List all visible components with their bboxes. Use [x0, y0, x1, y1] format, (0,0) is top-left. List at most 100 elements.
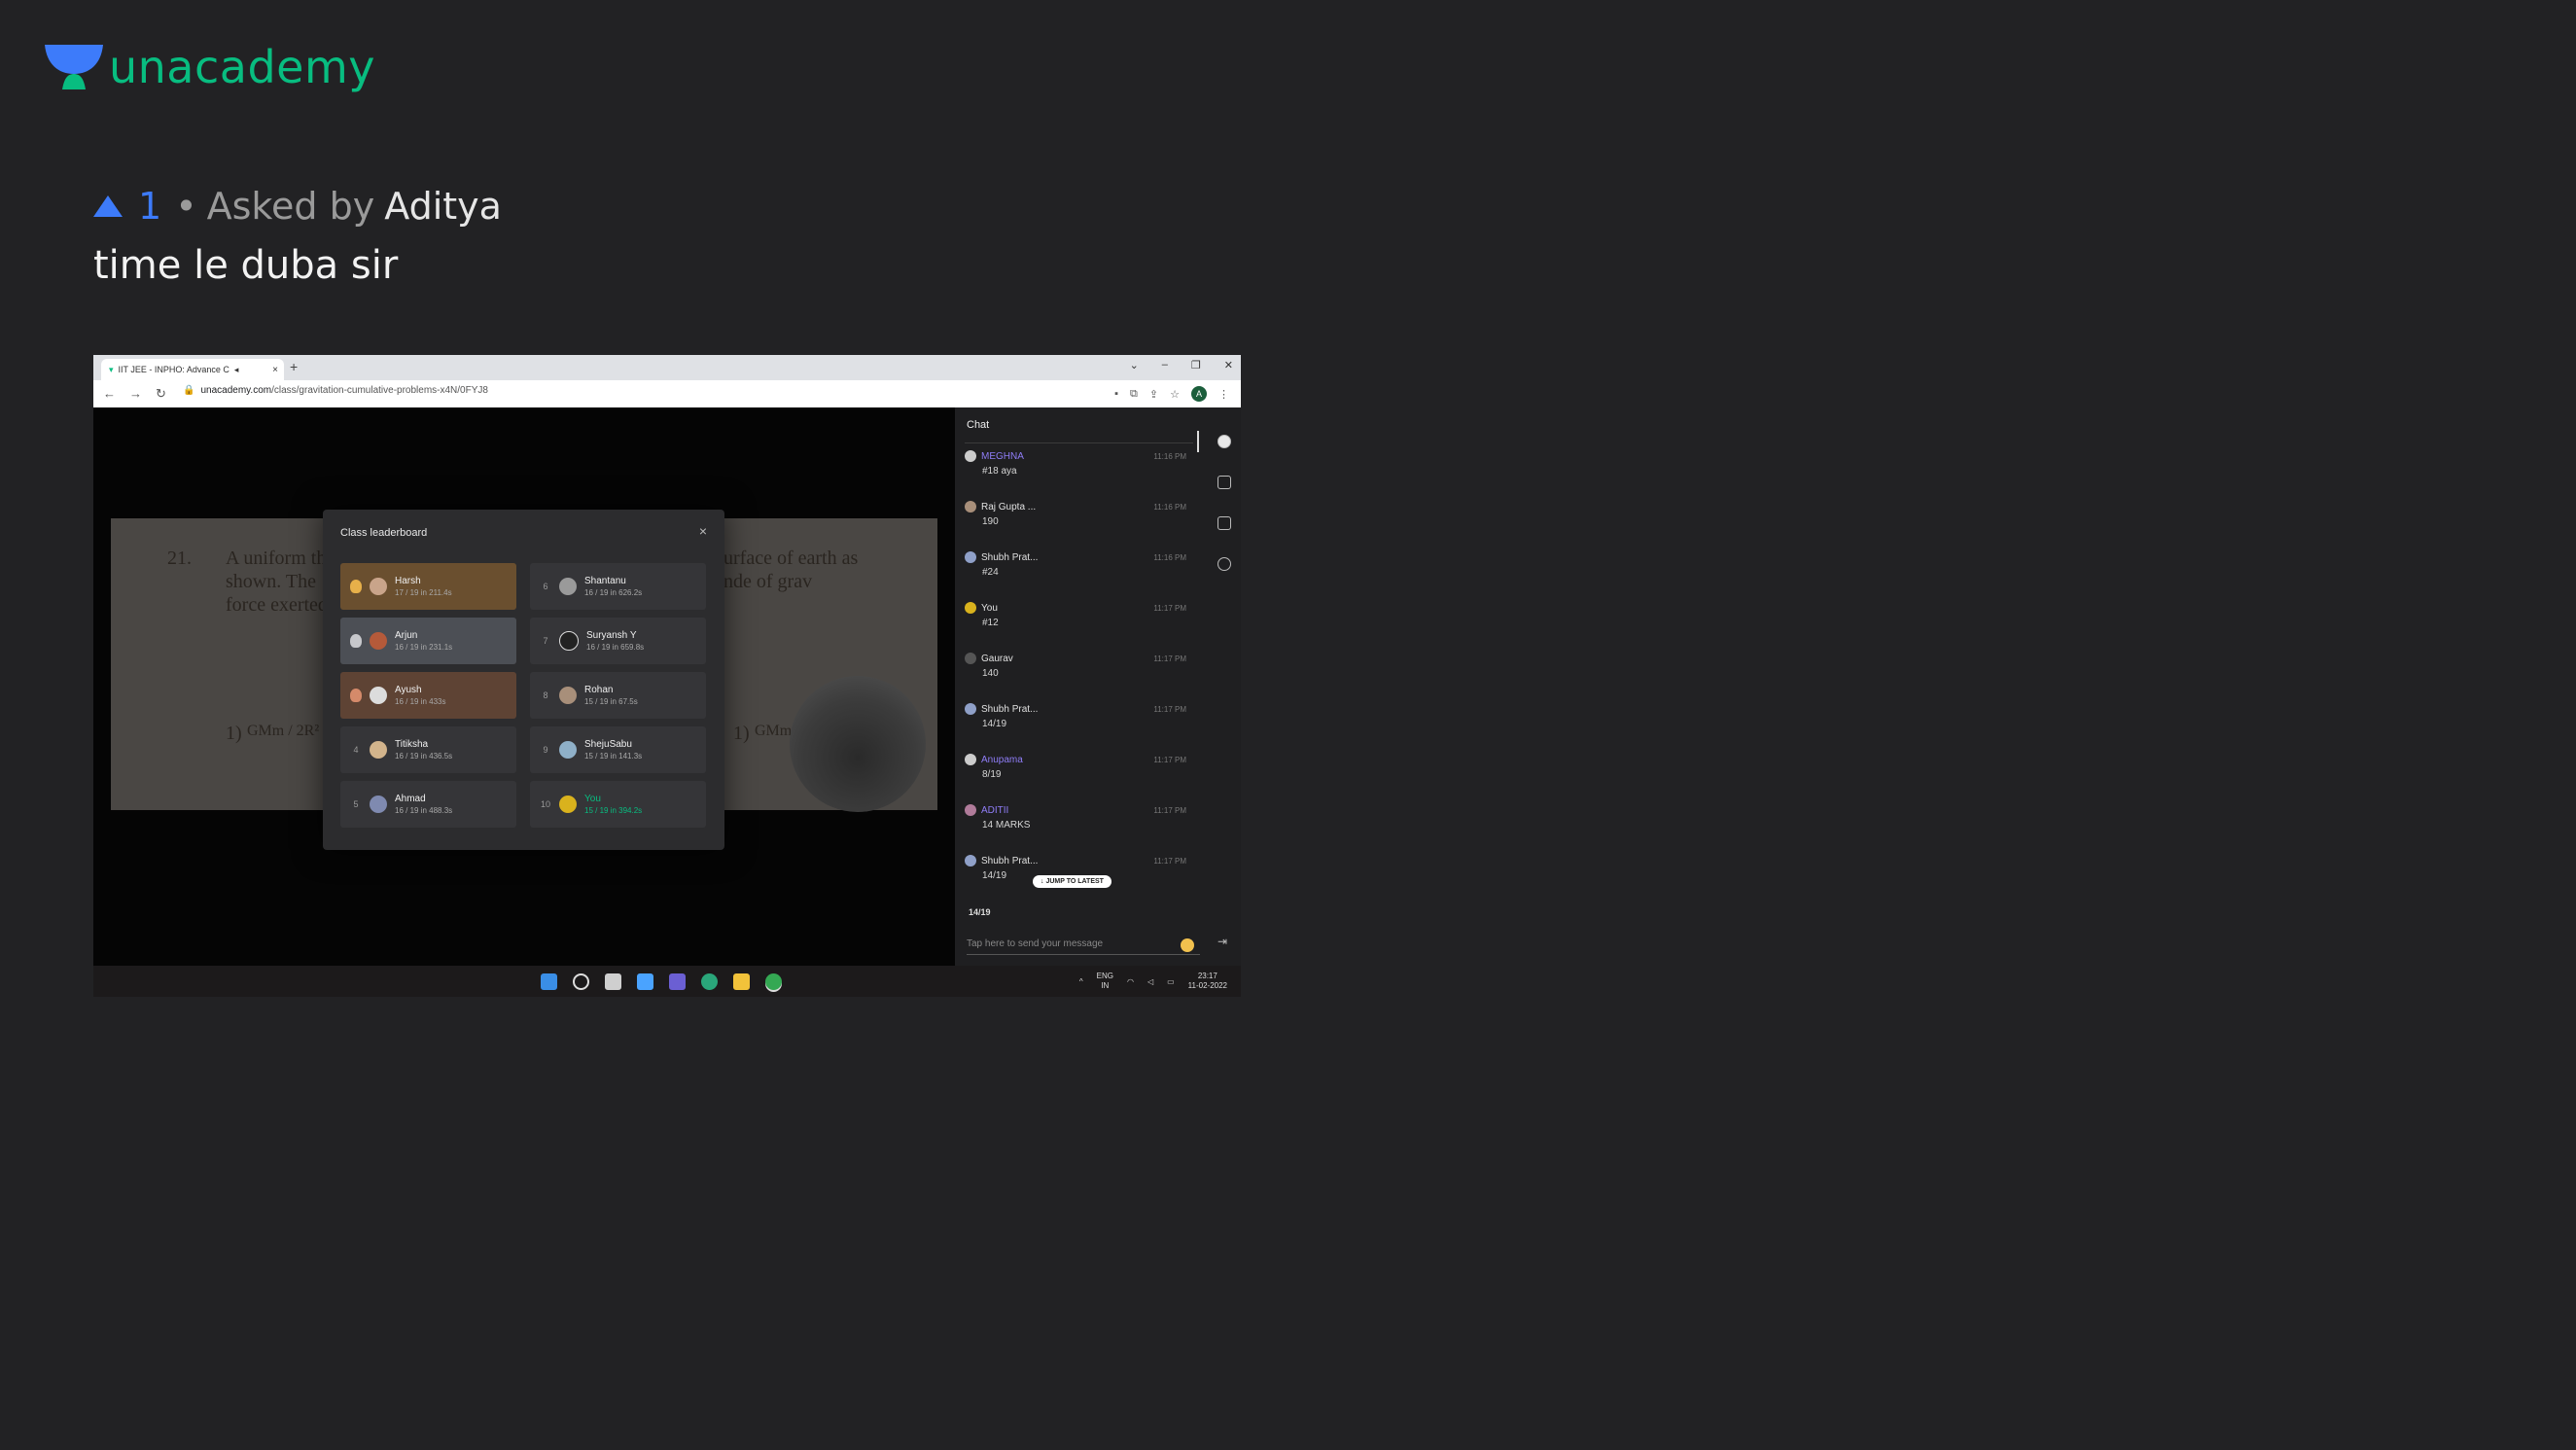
raise-hand-icon[interactable] — [1217, 557, 1231, 571]
avatar — [370, 687, 387, 704]
leaderboard-grid: Harsh 17 / 19 in 211.4s 6 Shantanu 16 / 19… — [340, 563, 706, 828]
language-indicator[interactable]: ENG IN — [1097, 972, 1113, 991]
reload-icon[interactable]: ↻ — [156, 386, 166, 402]
leaderboard-name: Ayush — [395, 685, 422, 695]
chat-text: #12 — [982, 618, 999, 628]
question-meta: 1 • Asked by Aditya — [93, 185, 502, 228]
leaderboard-name: Titiksha — [395, 739, 429, 750]
teams-icon[interactable] — [669, 973, 686, 990]
avatar — [559, 631, 579, 651]
file-explorer-icon[interactable] — [733, 973, 750, 990]
open-external-icon[interactable]: ⧉ — [1130, 388, 1138, 401]
leaderboard-rank: 8 — [543, 690, 548, 700]
close-window-icon[interactable]: ✕ — [1224, 359, 1233, 371]
chat-time: 11:17 PM — [1153, 856, 1186, 866]
chat-author: Gaurav — [981, 653, 1013, 664]
leaderboard-stats: 16 / 19 in 433s — [395, 697, 446, 706]
chat-message: Anupama 11:17 PM 8/19 — [965, 754, 1208, 780]
windows-start-icon[interactable] — [541, 973, 557, 990]
jump-to-latest-button[interactable]: ↓ JUMP TO LATEST — [1033, 875, 1112, 888]
avatar — [965, 855, 976, 866]
board-question-line: A uniform th — [226, 548, 327, 569]
avatar — [965, 804, 976, 816]
maximize-icon[interactable]: ❐ — [1191, 359, 1201, 371]
leaderboard-name: Harsh — [395, 576, 421, 586]
unacademy-favicon-icon: ▾ — [109, 364, 114, 374]
toolbar-icons: ▪ ⧉ ⇪ ☆ A ⋮ — [1114, 386, 1229, 402]
chat-time: 11:16 PM — [1153, 502, 1186, 512]
brand-name: unacademy — [109, 41, 376, 93]
minimize-icon[interactable]: – — [1162, 359, 1168, 371]
leaderboard-stats: 15 / 19 in 67.5s — [584, 697, 638, 706]
tab-search-icon[interactable]: ⌄ — [1130, 359, 1139, 371]
leaderboard-stats: 16 / 19 in 659.8s — [586, 643, 645, 652]
chat-icon[interactable] — [1217, 435, 1231, 448]
notes-icon[interactable] — [1217, 516, 1231, 530]
board-question-number: 21. — [167, 548, 192, 569]
close-tab-icon[interactable]: × — [272, 365, 278, 375]
region-code: IN — [1101, 981, 1110, 990]
share-icon[interactable]: ⇪ — [1149, 388, 1158, 401]
forward-icon[interactable]: → — [129, 386, 142, 402]
board-right-line: urface of earth as — [723, 548, 859, 569]
browser-toolbar: ← → ↻ 🔒 unacademy.com/class/gravitation-… — [93, 380, 1241, 408]
chat-time: 11:17 PM — [1153, 805, 1186, 815]
leaderboard-rank: 5 — [353, 799, 359, 809]
exit-icon[interactable]: ⇥ — [1217, 935, 1227, 948]
avatar — [965, 450, 976, 462]
question-text: time le duba sir — [93, 243, 399, 288]
chat-message: You 11:17 PM #12 — [965, 602, 1208, 628]
new-tab-icon[interactable]: + — [290, 359, 298, 374]
widgets-icon[interactable] — [637, 973, 653, 990]
chevron-up-icon[interactable]: ^ — [1079, 977, 1083, 986]
clock[interactable]: 23:17 11-02-2022 — [1188, 972, 1227, 991]
unacademy-logo[interactable]: unacademy — [45, 41, 375, 93]
address-bar[interactable]: 🔒 unacademy.com/class/gravitation-cumula… — [183, 385, 488, 396]
camera-icon[interactable]: ▪ — [1114, 388, 1118, 400]
upvote-icon[interactable] — [93, 195, 123, 217]
wifi-icon[interactable]: ◠ — [1127, 977, 1134, 986]
question-attachment-image[interactable]: ▾ IIT JEE - INPHO: Advance C ◂ × + ⌄ – ❐… — [93, 355, 1241, 997]
chat-time: 11:16 PM — [1153, 451, 1186, 461]
leaderboard-title: Class leaderboard — [340, 527, 428, 539]
volume-icon[interactable]: ◁ — [1147, 977, 1153, 986]
chat-text: #24 — [982, 567, 999, 578]
doubts-icon[interactable] — [1217, 476, 1231, 489]
battery-icon[interactable]: ▭ — [1167, 977, 1175, 986]
close-icon[interactable]: × — [699, 523, 707, 539]
kebab-menu-icon[interactable]: ⋮ — [1218, 388, 1229, 401]
avatar — [370, 578, 387, 595]
leaderboard-stats: 15 / 19 in 141.3s — [584, 752, 643, 760]
chat-input[interactable]: Tap here to send your message — [967, 933, 1200, 955]
leaderboard-row: 8 Rohan 15 / 19 in 67.5s — [530, 672, 706, 719]
leaderboard-rank: 9 — [543, 745, 548, 755]
leaderboard-rank: 4 — [353, 745, 359, 755]
upvote-count: 1 — [138, 185, 162, 228]
leaderboard-name: Rohan — [584, 685, 614, 695]
class-leaderboard-modal: Class leaderboard × Harsh 17 / 19 in 211.… — [323, 510, 724, 850]
chat-author: You — [981, 602, 998, 614]
leaderboard-row: 5 Ahmad 16 / 19 in 488.3s — [340, 781, 516, 828]
chat-author: MEGHNA — [981, 450, 1024, 462]
search-icon[interactable] — [573, 973, 589, 990]
emoji-icon[interactable] — [1181, 938, 1194, 952]
back-icon[interactable]: ← — [103, 386, 116, 402]
task-view-icon[interactable] — [605, 973, 621, 990]
leaderboard-stats: 17 / 19 in 211.4s — [395, 588, 452, 597]
class-video[interactable]: 21. A uniform th shown. The force exerte… — [93, 407, 955, 966]
browser-tab[interactable]: ▾ IIT JEE - INPHO: Advance C ◂ × — [101, 359, 284, 380]
window-controls: ⌄ – ❐ ✕ — [1130, 359, 1233, 371]
clock-time: 23:17 — [1197, 972, 1217, 980]
clock-date: 11-02-2022 — [1187, 981, 1227, 990]
chrome-icon[interactable] — [765, 973, 782, 990]
chat-author: Anupama — [981, 754, 1023, 765]
chat-message: Shubh Prat... 11:16 PM #24 — [965, 551, 1208, 578]
chat-time: 11:17 PM — [1153, 755, 1186, 764]
edge-icon[interactable] — [701, 973, 718, 990]
board-question-line: force exerted — [226, 594, 328, 616]
chat-time: 11:17 PM — [1153, 654, 1186, 663]
profile-avatar[interactable]: A — [1191, 386, 1207, 402]
chat-message: ADITII 11:17 PM 14 MARKS — [965, 804, 1208, 831]
avatar — [965, 754, 976, 765]
star-icon[interactable]: ☆ — [1170, 388, 1180, 401]
